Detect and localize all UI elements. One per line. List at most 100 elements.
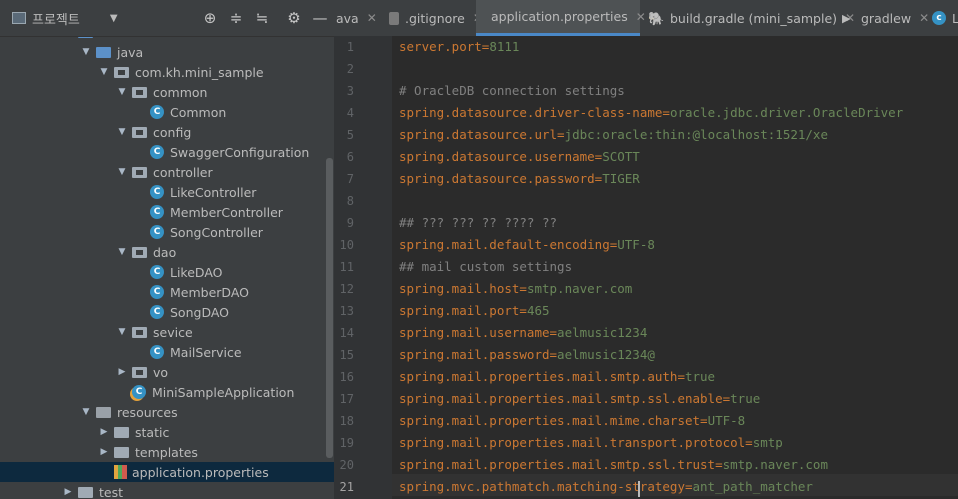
text-caret [638, 481, 640, 497]
chevron-right-icon[interactable]: ▶ [98, 447, 110, 457]
tree-item-mailservice[interactable]: C MailService [0, 342, 334, 362]
code-line[interactable]: spring.datasource.driver-class-name=orac… [399, 105, 903, 120]
chevron-right-icon[interactable]: ▶ [116, 367, 128, 377]
chevron-down-icon[interactable]: ▼ [116, 327, 128, 337]
class-icon: C [150, 305, 164, 319]
tree-item-resources[interactable]: ▼ resources [0, 402, 334, 422]
line-number: 9 [346, 216, 354, 230]
tab-gradlew[interactable]: ▶ gradlew ✕ [842, 0, 929, 36]
tree-item-common[interactable]: ▼ common [0, 82, 334, 102]
chevron-right-icon[interactable]: ▶ [62, 487, 74, 497]
line-number: 21 [339, 480, 354, 494]
tree-item-dao[interactable]: ▼ dao [0, 242, 334, 262]
tree-item-label: LikeController [170, 184, 257, 200]
file-icon [389, 11, 399, 25]
tree-item-likedao[interactable]: C LikeDAO [0, 262, 334, 282]
tab-java-file[interactable]: ava ✕ [336, 0, 377, 36]
code-line[interactable]: spring.datasource.url=jdbc:oracle:thin:@… [399, 127, 828, 142]
chevron-down-icon[interactable]: ▼ [116, 87, 128, 97]
code-line[interactable]: ## mail custom settings [399, 259, 572, 274]
chevron-down-icon[interactable]: ▼ [80, 407, 92, 417]
tree-item-test[interactable]: ▶ test [0, 482, 334, 499]
close-icon[interactable]: ✕ [367, 11, 377, 25]
tree-item-label: MiniSampleApplication [152, 384, 295, 400]
code-line[interactable]: spring.mail.password=aelmusic1234@ [399, 347, 655, 362]
tree-item-swaggerconfiguration[interactable]: C SwaggerConfiguration [0, 142, 334, 162]
code-line[interactable]: spring.mail.username=aelmusic1234 [399, 325, 647, 340]
tree-item-vo[interactable]: ▶ vo [0, 362, 334, 382]
tree-item-label: MemberDAO [170, 284, 249, 300]
project-panel: ▼main▼java▼com.kh.mini_sample▼commonCCom… [0, 0, 334, 499]
tree-item-config[interactable]: ▼ config [0, 122, 334, 142]
code-line[interactable]: spring.mail.properties.mail.smtp.ssl.tru… [399, 457, 828, 472]
tree-item-application-properties[interactable]: application.properties [0, 462, 334, 482]
tree-item-memberdao[interactable]: C MemberDAO [0, 282, 334, 302]
package-icon [132, 246, 147, 258]
tree-item-templates[interactable]: ▶ templates [0, 442, 334, 462]
chevron-down-icon[interactable]: ▼ [80, 47, 92, 57]
tab-l-class[interactable]: c L [932, 0, 958, 36]
tree-item-label: static [135, 424, 170, 440]
tree-item-minisampleapplication[interactable]: C MiniSampleApplication [0, 382, 334, 402]
chevron-down-icon[interactable]: ▼ [98, 67, 110, 77]
spring-app-class-icon: C [132, 385, 146, 399]
collapse-all-icon[interactable]: ≒ [253, 9, 271, 27]
tree-item-controller[interactable]: ▼ controller [0, 162, 334, 182]
tree-item-com-kh-mini-sample[interactable]: ▼ com.kh.mini_sample [0, 62, 334, 82]
tab-label: .gitignore [405, 10, 465, 26]
line-number: 10 [339, 238, 354, 252]
tree-item-common[interactable]: C Common [0, 102, 334, 122]
tab-build-gradle[interactable]: 🐘 build.gradle (mini_sample) ✕ [648, 0, 855, 36]
chevron-down-icon[interactable]: ▼ [110, 13, 118, 24]
tree-item-java[interactable]: ▼ java [0, 42, 334, 62]
expand-all-icon[interactable]: ≑ [227, 9, 245, 27]
project-view-selector[interactable]: 프로젝트 ▼ [12, 0, 118, 36]
line-number: 2 [346, 62, 354, 76]
class-icon: c [932, 11, 946, 25]
tree-item-sevice[interactable]: ▼ sevice [0, 322, 334, 342]
code-line[interactable]: ## ??? ??? ?? ???? ?? [399, 215, 557, 230]
project-panel-header: 프로젝트 ▼ ⊕ ≑ ≒ ⚙ — [0, 0, 334, 37]
line-number: 15 [339, 348, 354, 362]
code-line[interactable]: spring.mail.properties.mail.smtp.ssl.ena… [399, 391, 760, 406]
line-number-gutter: 1 2 3 4 5 6 7 8 9 10 11 12 13 14 15 16 17 18 19 20 21 [334, 36, 392, 499]
tree-item-songcontroller[interactable]: C SongController [0, 222, 334, 242]
tab-gitignore[interactable]: .gitignore✕ [389, 0, 483, 36]
target-icon[interactable]: ⊕ [201, 9, 219, 27]
tree-item-songdao[interactable]: C SongDAO [0, 302, 334, 322]
code-line[interactable]: spring.mail.default-encoding=UTF-8 [399, 237, 655, 252]
code-line[interactable]: spring.mail.port=465 [399, 303, 550, 318]
chevron-down-icon[interactable]: ▼ [116, 247, 128, 257]
chevron-down-icon[interactable]: ▼ [116, 167, 128, 177]
minimize-icon[interactable]: — [311, 9, 329, 27]
close-icon[interactable]: ✕ [919, 11, 929, 25]
code-line[interactable]: spring.mvc.pathmatch.matching-strategy=a… [399, 479, 813, 494]
code-line[interactable]: spring.mail.properties.mail.mime.charset… [399, 413, 745, 428]
line-number: 12 [339, 282, 354, 296]
package-icon [132, 126, 147, 138]
tree-item-static[interactable]: ▶ static [0, 422, 334, 442]
code-line[interactable]: spring.datasource.username=SCOTT [399, 149, 640, 164]
close-icon[interactable]: ✕ [636, 10, 646, 24]
project-scrollbar[interactable] [326, 158, 333, 458]
code-editor[interactable]: server.port=8111 # OracleDB connection se… [392, 36, 958, 499]
code-line[interactable]: server.port=8111 [399, 39, 519, 54]
chevron-down-icon[interactable]: ▼ [116, 127, 128, 137]
package-icon [132, 366, 147, 378]
tab-application-properties[interactable]: application.properties ✕ [476, 0, 646, 36]
tree-item-likecontroller[interactable]: C LikeController [0, 182, 334, 202]
code-line[interactable]: spring.mail.host=smtp.naver.com [399, 281, 632, 296]
tree-item-label: com.kh.mini_sample [135, 64, 264, 80]
source-folder-icon [96, 46, 111, 58]
code-line[interactable]: spring.datasource.password=TIGER [399, 171, 640, 186]
tab-label: gradlew [861, 10, 912, 26]
gear-icon[interactable]: ⚙ [285, 9, 303, 27]
class-icon: C [150, 205, 164, 219]
tree-item-membercontroller[interactable]: C MemberController [0, 202, 334, 222]
chevron-right-icon[interactable]: ▶ [98, 427, 110, 437]
tab-label: L [952, 11, 958, 26]
code-line[interactable]: spring.mail.properties.mail.transport.pr… [399, 435, 783, 450]
tab-label: ava [336, 10, 359, 26]
code-line[interactable]: # OracleDB connection settings [399, 83, 625, 98]
code-line[interactable]: spring.mail.properties.mail.smtp.auth=tr… [399, 369, 715, 384]
